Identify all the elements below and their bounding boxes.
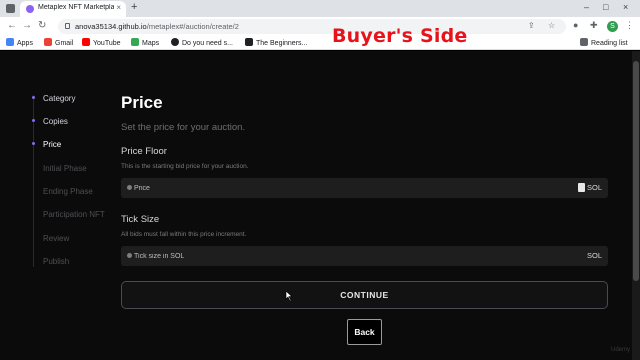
maximize-icon[interactable]: □ [603,2,608,12]
continue-button[interactable]: CONTINUE [121,281,608,309]
step-dot-copies [32,119,35,122]
browser-tab[interactable]: Metaplex NFT Marketplace × [20,1,126,17]
tab-close-icon[interactable]: × [116,3,121,12]
tick-size-suffix: SOL [586,251,602,260]
tick-size-field: SOL [121,246,608,266]
back-button[interactable]: Back [347,319,382,345]
price-floor-hint: This is the starting bid price for your … [121,163,249,170]
page-subtitle: Set the price for your auction. [121,122,246,133]
bookmark-star-icon[interactable]: ☆ [548,21,555,30]
tab-strip: Metaplex NFT Marketplace × + – □ × [0,0,640,17]
tab-favicon-icon [26,5,34,13]
globe-icon [171,38,179,46]
tick-size-hint: All bids must fall within this price inc… [121,231,247,238]
apps-icon [6,38,14,46]
forward-arrow-icon[interactable]: → [22,20,32,31]
page-scrollbar[interactable] [632,51,640,360]
bookmark-maps[interactable]: Maps [131,38,159,47]
price-dot-icon [127,185,132,190]
back-arrow-icon[interactable]: ← [7,20,17,31]
price-floor-suffix: SOL [577,183,602,192]
browser-window: Metaplex NFT Marketplace × + – □ × ← → ↻… [0,0,640,360]
mouse-cursor-icon [285,291,293,301]
tick-size-label: Tick Size [121,214,160,225]
extension-icon[interactable]: ● [573,20,578,30]
buyers-side-caption: Buyer's Side [332,25,468,47]
gmail-icon [44,38,52,46]
step-initial-phase[interactable]: Initial Phase [43,164,87,173]
tick-dot-icon [127,253,132,258]
tab-title: Metaplex NFT Marketplace [38,4,114,11]
solana-icon [577,183,585,192]
bookmark-gmail[interactable]: Gmail [44,38,73,47]
scrollbar-thumb[interactable] [633,61,639,281]
address-bar[interactable]: anova35134.github.io/metaplex#/auction/c… [58,19,566,34]
reading-list-button[interactable]: Reading list [580,38,628,47]
maps-icon [131,38,139,46]
kebab-menu-icon[interactable]: ⋮ [625,20,634,31]
price-floor-field: SOL [121,178,608,198]
price-floor-input[interactable] [134,182,554,194]
tick-size-input[interactable] [134,250,554,262]
bookmark-youtube[interactable]: YouTube [82,38,121,47]
bookmark-do-you-need[interactable]: Do you need s... [171,38,233,47]
youtube-icon [82,38,90,46]
auction-create-page: Category Copies Price Initial Phase Endi… [0,51,640,360]
step-dot-category [32,96,35,99]
step-price[interactable]: Price [43,140,61,149]
bookmarks-bar: Apps Gmail YouTube Maps Do you need s...… [0,36,640,50]
minimize-icon[interactable]: – [584,2,589,12]
reload-icon[interactable]: ↻ [38,20,46,31]
bookmark-apps[interactable]: Apps [6,38,33,47]
reading-list-icon [580,38,588,46]
step-category[interactable]: Category [43,94,75,103]
profile-avatar[interactable]: S [607,21,618,32]
page-title: Price [121,93,163,112]
browser-toolbar: ← → ↻ anova35134.github.io/metaplex#/auc… [0,17,640,36]
watermark: Udemy [611,347,631,353]
price-floor-label: Price Floor [121,146,167,157]
share-icon[interactable]: ⇪ [528,21,535,30]
browser-menu-icon[interactable] [6,4,15,13]
step-ending-phase[interactable]: Ending Phase [43,187,93,196]
step-publish[interactable]: Publish [43,257,69,266]
step-copies[interactable]: Copies [43,117,68,126]
page-icon [245,38,253,46]
close-window-icon[interactable]: × [623,2,628,12]
step-review[interactable]: Review [43,234,69,243]
lock-icon [65,23,70,29]
bookmark-beginners[interactable]: The Beginners... [245,38,307,47]
puzzle-icon[interactable]: ✚ [590,20,598,31]
new-tab-button[interactable]: + [131,1,137,13]
step-participation-nft[interactable]: Participation NFT [43,210,105,219]
url-text: anova35134.github.io/metaplex#/auction/c… [75,22,239,31]
step-dot-price [32,142,35,145]
